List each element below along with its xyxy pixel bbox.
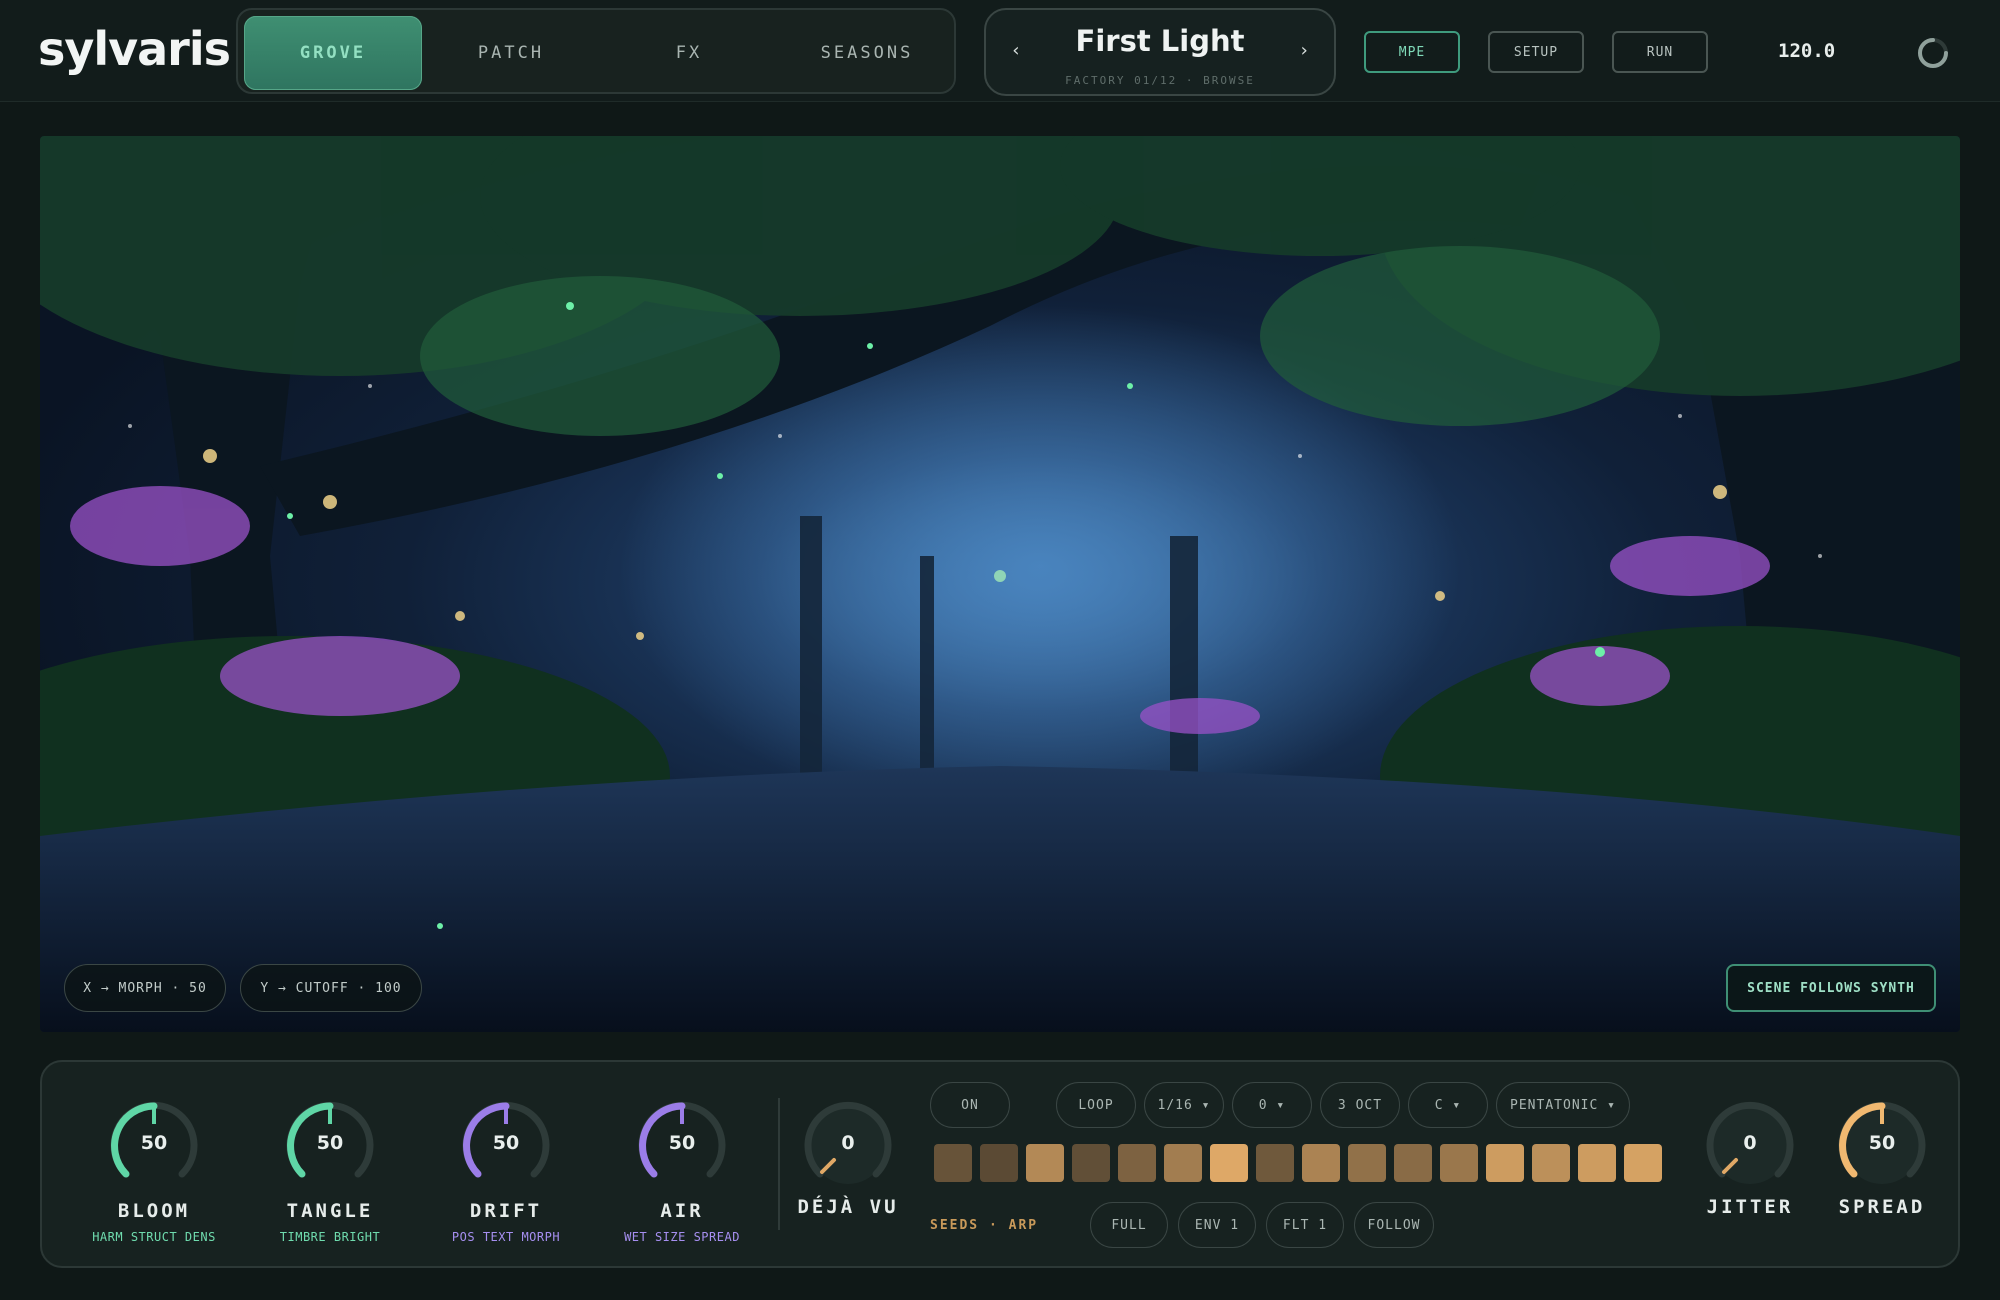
sequencer-step[interactable] bbox=[1394, 1144, 1432, 1182]
scene-follows-synth-button[interactable]: SCENE FOLLOWS SYNTH bbox=[1726, 964, 1936, 1012]
drift-sub: POS TEXT MORPH bbox=[451, 1230, 561, 1244]
loading-spinner-icon bbox=[1918, 38, 1948, 68]
drift-value: 50 bbox=[492, 1132, 520, 1154]
bloom-label: BLOOM bbox=[117, 1200, 191, 1222]
sequencer-step[interactable] bbox=[1302, 1144, 1340, 1182]
sequencer-step[interactable] bbox=[1210, 1144, 1248, 1182]
jitter-value: 0 bbox=[1743, 1132, 1757, 1154]
seeds-arp-label: SEEDS · ARP bbox=[930, 1218, 1039, 1233]
control-panel: 50 BLOOM HARM STRUCT DENS 50 TANGLE TIMB… bbox=[40, 1060, 1960, 1268]
seq-scale-select[interactable]: PENTATONIC ▾ bbox=[1496, 1082, 1630, 1128]
bloom-sub: HARM STRUCT DENS bbox=[92, 1230, 216, 1244]
preset-next-icon[interactable]: › bbox=[1294, 40, 1314, 64]
spread-label: SPREAD bbox=[1838, 1196, 1926, 1218]
preset-browser: ‹ First Light FACTORY 01/12 · BROWSE › bbox=[984, 8, 1336, 96]
x-axis-mapping-chip[interactable]: X → MORPH · 50 bbox=[64, 964, 226, 1012]
sequencer-step[interactable] bbox=[1256, 1144, 1294, 1182]
sequencer-step[interactable] bbox=[1578, 1144, 1616, 1182]
tab-patch[interactable]: PATCH bbox=[422, 16, 600, 90]
seq-env-button[interactable]: ENV 1 bbox=[1178, 1202, 1256, 1248]
sequencer-step[interactable] bbox=[1440, 1144, 1478, 1182]
preset-subtitle[interactable]: FACTORY 01/12 · BROWSE bbox=[986, 74, 1334, 87]
sequencer-step[interactable] bbox=[1624, 1144, 1662, 1182]
seq-root-select[interactable]: C ▾ bbox=[1408, 1082, 1488, 1128]
run-button[interactable]: RUN bbox=[1612, 31, 1708, 73]
bloom-value: 50 bbox=[140, 1132, 168, 1154]
sequencer-step[interactable] bbox=[1026, 1144, 1064, 1182]
seq-follow-button[interactable]: FOLLOW bbox=[1354, 1202, 1434, 1248]
header-bar: sylvaris GROVE PATCH FX SEASONS ‹ First … bbox=[0, 0, 2000, 102]
main-tabs: GROVE PATCH FX SEASONS bbox=[236, 8, 956, 94]
preset-name[interactable]: First Light bbox=[986, 24, 1334, 58]
bpm-display[interactable]: 120.0 bbox=[1778, 40, 1835, 62]
forest-scene-illustration bbox=[40, 136, 1960, 1032]
deja-vu-value: 0 bbox=[841, 1132, 855, 1154]
seq-octave-select[interactable]: 3 OCT bbox=[1320, 1082, 1400, 1128]
seq-loop-toggle[interactable]: LOOP bbox=[1056, 1082, 1136, 1128]
grove-scene[interactable]: X → MORPH · 50 Y → CUTOFF · 100 SCENE FO… bbox=[40, 136, 1960, 1032]
sequencer-step[interactable] bbox=[1164, 1144, 1202, 1182]
app-logo: sylvaris bbox=[38, 22, 231, 76]
mpe-button[interactable]: MPE bbox=[1364, 31, 1460, 73]
sequencer-step[interactable] bbox=[980, 1144, 1018, 1182]
air-sub: WET SIZE SPREAD bbox=[624, 1230, 740, 1244]
sequencer-step[interactable] bbox=[1348, 1144, 1386, 1182]
seq-offset-select[interactable]: 0 ▾ bbox=[1232, 1082, 1312, 1128]
deja-vu-label: DÉJÀ VU bbox=[797, 1196, 899, 1218]
sequencer-step[interactable] bbox=[934, 1144, 972, 1182]
seq-rate-select[interactable]: 1/16 ▾ bbox=[1144, 1082, 1224, 1128]
sequencer-step[interactable] bbox=[1532, 1144, 1570, 1182]
sequencer-step[interactable] bbox=[1118, 1144, 1156, 1182]
tangle-label: TANGLE bbox=[286, 1200, 374, 1222]
setup-button[interactable]: SETUP bbox=[1488, 31, 1584, 73]
seq-full-button[interactable]: FULL bbox=[1090, 1202, 1168, 1248]
air-value: 50 bbox=[668, 1132, 696, 1154]
spread-value: 50 bbox=[1868, 1132, 1896, 1154]
sequencer-step[interactable] bbox=[1072, 1144, 1110, 1182]
tangle-value: 50 bbox=[316, 1132, 344, 1154]
seq-flt-button[interactable]: FLT 1 bbox=[1266, 1202, 1344, 1248]
y-axis-mapping-chip[interactable]: Y → CUTOFF · 100 bbox=[240, 964, 422, 1012]
air-label: AIR bbox=[660, 1200, 704, 1222]
tangle-sub: TIMBRE BRIGHT bbox=[279, 1230, 381, 1244]
tab-grove[interactable]: GROVE bbox=[244, 16, 422, 90]
tab-fx[interactable]: FX bbox=[600, 16, 778, 90]
sequencer-step[interactable] bbox=[1486, 1144, 1524, 1182]
tab-seasons[interactable]: SEASONS bbox=[778, 16, 956, 90]
drift-label: DRIFT bbox=[469, 1200, 543, 1222]
seq-on-toggle[interactable]: ON bbox=[930, 1082, 1010, 1128]
